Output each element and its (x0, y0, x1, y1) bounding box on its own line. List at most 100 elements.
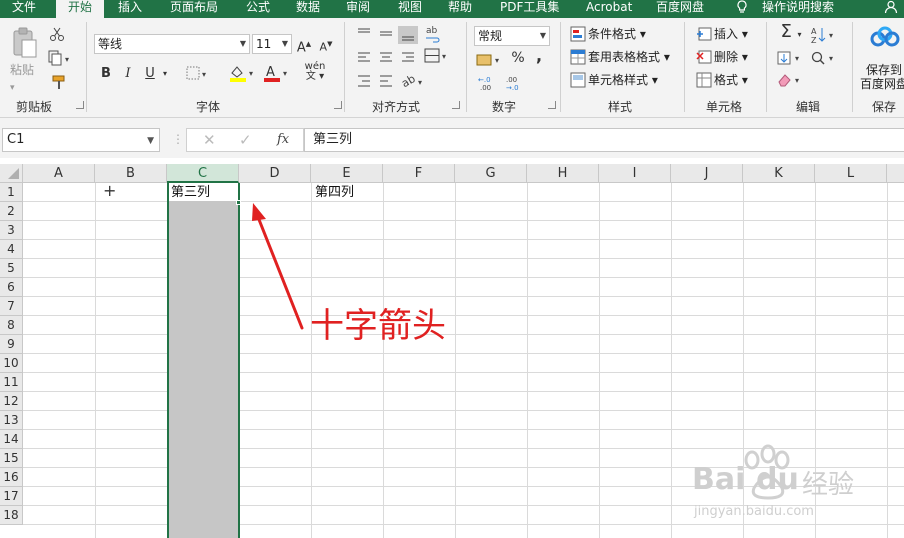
clear-icon[interactable]: ▾ (776, 72, 806, 93)
tab-home[interactable]: 开始 (56, 0, 104, 18)
increase-font-icon[interactable]: A▲ (296, 36, 312, 56)
format-table-icon[interactable] (570, 49, 586, 70)
italic-button[interactable]: I (120, 66, 136, 82)
copy-icon[interactable]: ▾ (48, 50, 74, 66)
row-header-11[interactable]: 11 (0, 373, 23, 392)
font-name-select[interactable]: 等线 ▼ (94, 34, 250, 54)
format-painter-icon[interactable] (48, 74, 74, 90)
row-header-2[interactable]: 2 (0, 202, 23, 221)
row-header-5[interactable]: 5 (0, 259, 23, 278)
percent-button[interactable]: % (510, 50, 526, 66)
accounting-format-icon[interactable]: ▾ (476, 52, 506, 73)
column-header-g[interactable]: G (455, 164, 527, 183)
row-header-14[interactable]: 14 (0, 430, 23, 449)
tab-acrobat[interactable]: Acrobat (586, 0, 632, 18)
tab-page-layout[interactable]: 页面布局 (170, 0, 218, 18)
insert-cells-icon[interactable] (696, 26, 712, 47)
column-header-m[interactable] (887, 164, 904, 183)
fill-color-icon[interactable]: ▾ (228, 64, 258, 87)
clipboard-launcher-icon[interactable] (76, 101, 84, 109)
cut-icon[interactable] (48, 26, 66, 42)
baidu-cloud-icon[interactable] (870, 26, 900, 52)
formula-input[interactable]: 第三列 (304, 128, 904, 152)
cell-c1[interactable]: 第三列 (168, 183, 210, 202)
selected-column-range[interactable] (167, 183, 240, 538)
font-size-select[interactable]: 11 ▼ (252, 34, 292, 54)
row-header-10[interactable]: 10 (0, 354, 23, 373)
decrease-font-icon[interactable]: A▼ (318, 36, 334, 56)
comma-button[interactable]: , (532, 48, 546, 64)
insert-cells-button[interactable]: 插入 ▾ (714, 26, 748, 42)
row-header-7[interactable]: 7 (0, 297, 23, 316)
borders-icon[interactable]: ▾ (186, 66, 212, 85)
row-header-3[interactable]: 3 (0, 221, 23, 240)
row-header-9[interactable]: 9 (0, 335, 23, 354)
column-header-c[interactable]: C (167, 164, 239, 183)
paste-dropdown-icon[interactable]: ▾ (10, 80, 15, 96)
tab-view[interactable]: 视图 (398, 0, 422, 18)
save-to-baidu-line2[interactable]: 百度网盘 (860, 76, 904, 92)
cell-styles-icon[interactable] (570, 72, 586, 93)
tab-file[interactable]: 文件 (12, 0, 36, 18)
font-color-icon[interactable]: A ▾ (262, 64, 292, 87)
number-format-select[interactable]: 常规 ▼ (474, 26, 550, 46)
format-as-table-button[interactable]: 套用表格格式 ▾ (588, 49, 670, 65)
chevron-down-icon[interactable]: ▾ (160, 66, 170, 82)
row-header-4[interactable]: 4 (0, 240, 23, 259)
indent-orientation-icons[interactable]: ab ▾ (354, 72, 438, 95)
column-header-k[interactable]: K (743, 164, 815, 183)
row-header-16[interactable]: 16 (0, 468, 23, 487)
format-cells-button[interactable]: 格式 ▾ (714, 72, 748, 88)
delete-cells-button[interactable]: 删除 ▾ (714, 49, 748, 65)
conditional-format-button[interactable]: 条件格式 ▾ (588, 26, 646, 42)
tell-me-search[interactable]: 操作说明搜索 (762, 0, 834, 18)
number-launcher-icon[interactable] (548, 101, 556, 109)
tab-data[interactable]: 数据 (296, 0, 320, 18)
enter-icon[interactable]: ✓ (239, 131, 252, 149)
wrap-text-icon[interactable]: ab (424, 24, 442, 49)
cancel-icon[interactable]: ✕ (203, 131, 216, 149)
autosum-icon[interactable]: Σ ▾ (776, 23, 806, 43)
horizontal-align-icons[interactable] (354, 50, 418, 71)
paste-label[interactable]: 粘贴 (10, 62, 34, 78)
row-header-6[interactable]: 6 (0, 278, 23, 297)
bold-button[interactable]: B (98, 66, 114, 82)
column-header-e[interactable]: E (311, 164, 383, 183)
column-header-a[interactable]: A (23, 164, 95, 183)
row-header-1[interactable]: 1 (0, 183, 23, 202)
column-header-h[interactable]: H (527, 164, 599, 183)
font-launcher-icon[interactable] (334, 101, 342, 109)
row-header-12[interactable]: 12 (0, 392, 23, 411)
column-header-d[interactable]: D (239, 164, 311, 183)
find-select-icon[interactable]: ▾ (810, 50, 838, 71)
insert-function-button[interactable]: fx (277, 132, 289, 147)
row-header-18[interactable]: 18 (0, 506, 23, 525)
tab-pdf-tools[interactable]: PDF工具集 (500, 0, 559, 18)
column-header-f[interactable]: F (383, 164, 455, 183)
row-header-8[interactable]: 8 (0, 316, 23, 335)
paste-icon[interactable] (10, 26, 38, 60)
cell-styles-button[interactable]: 单元格样式 ▾ (588, 72, 658, 88)
sort-filter-icon[interactable]: A Z ▾ (810, 26, 838, 49)
fill-icon[interactable]: ▾ (776, 50, 806, 71)
tab-baidu-netdisk[interactable]: 百度网盘 (656, 0, 704, 18)
tab-insert[interactable]: 插入 (118, 0, 142, 18)
tab-formulas[interactable]: 公式 (246, 0, 270, 18)
format-cells-icon[interactable] (696, 72, 712, 93)
alignment-launcher-icon[interactable] (452, 101, 460, 109)
column-header-i[interactable]: I (599, 164, 671, 183)
name-box[interactable]: C1 ▼ (2, 128, 160, 152)
delete-cells-icon[interactable] (696, 49, 712, 70)
vertical-align-icons[interactable] (354, 26, 418, 49)
column-header-l[interactable]: L (815, 164, 887, 183)
account-icon[interactable] (884, 0, 898, 18)
row-header-15[interactable]: 15 (0, 449, 23, 468)
resize-handle-icon[interactable]: ⋮ (172, 132, 184, 146)
select-all-corner[interactable] (0, 164, 23, 183)
tab-help[interactable]: 帮助 (448, 0, 472, 18)
conditional-format-icon[interactable] (570, 26, 586, 47)
column-header-j[interactable]: J (671, 164, 743, 183)
decimal-buttons[interactable]: ←.0.00.00 →.0 (476, 74, 532, 98)
phonetic-guide-icon[interactable]: wén 文 ▾ (302, 62, 328, 82)
underline-button[interactable]: U (142, 66, 158, 82)
